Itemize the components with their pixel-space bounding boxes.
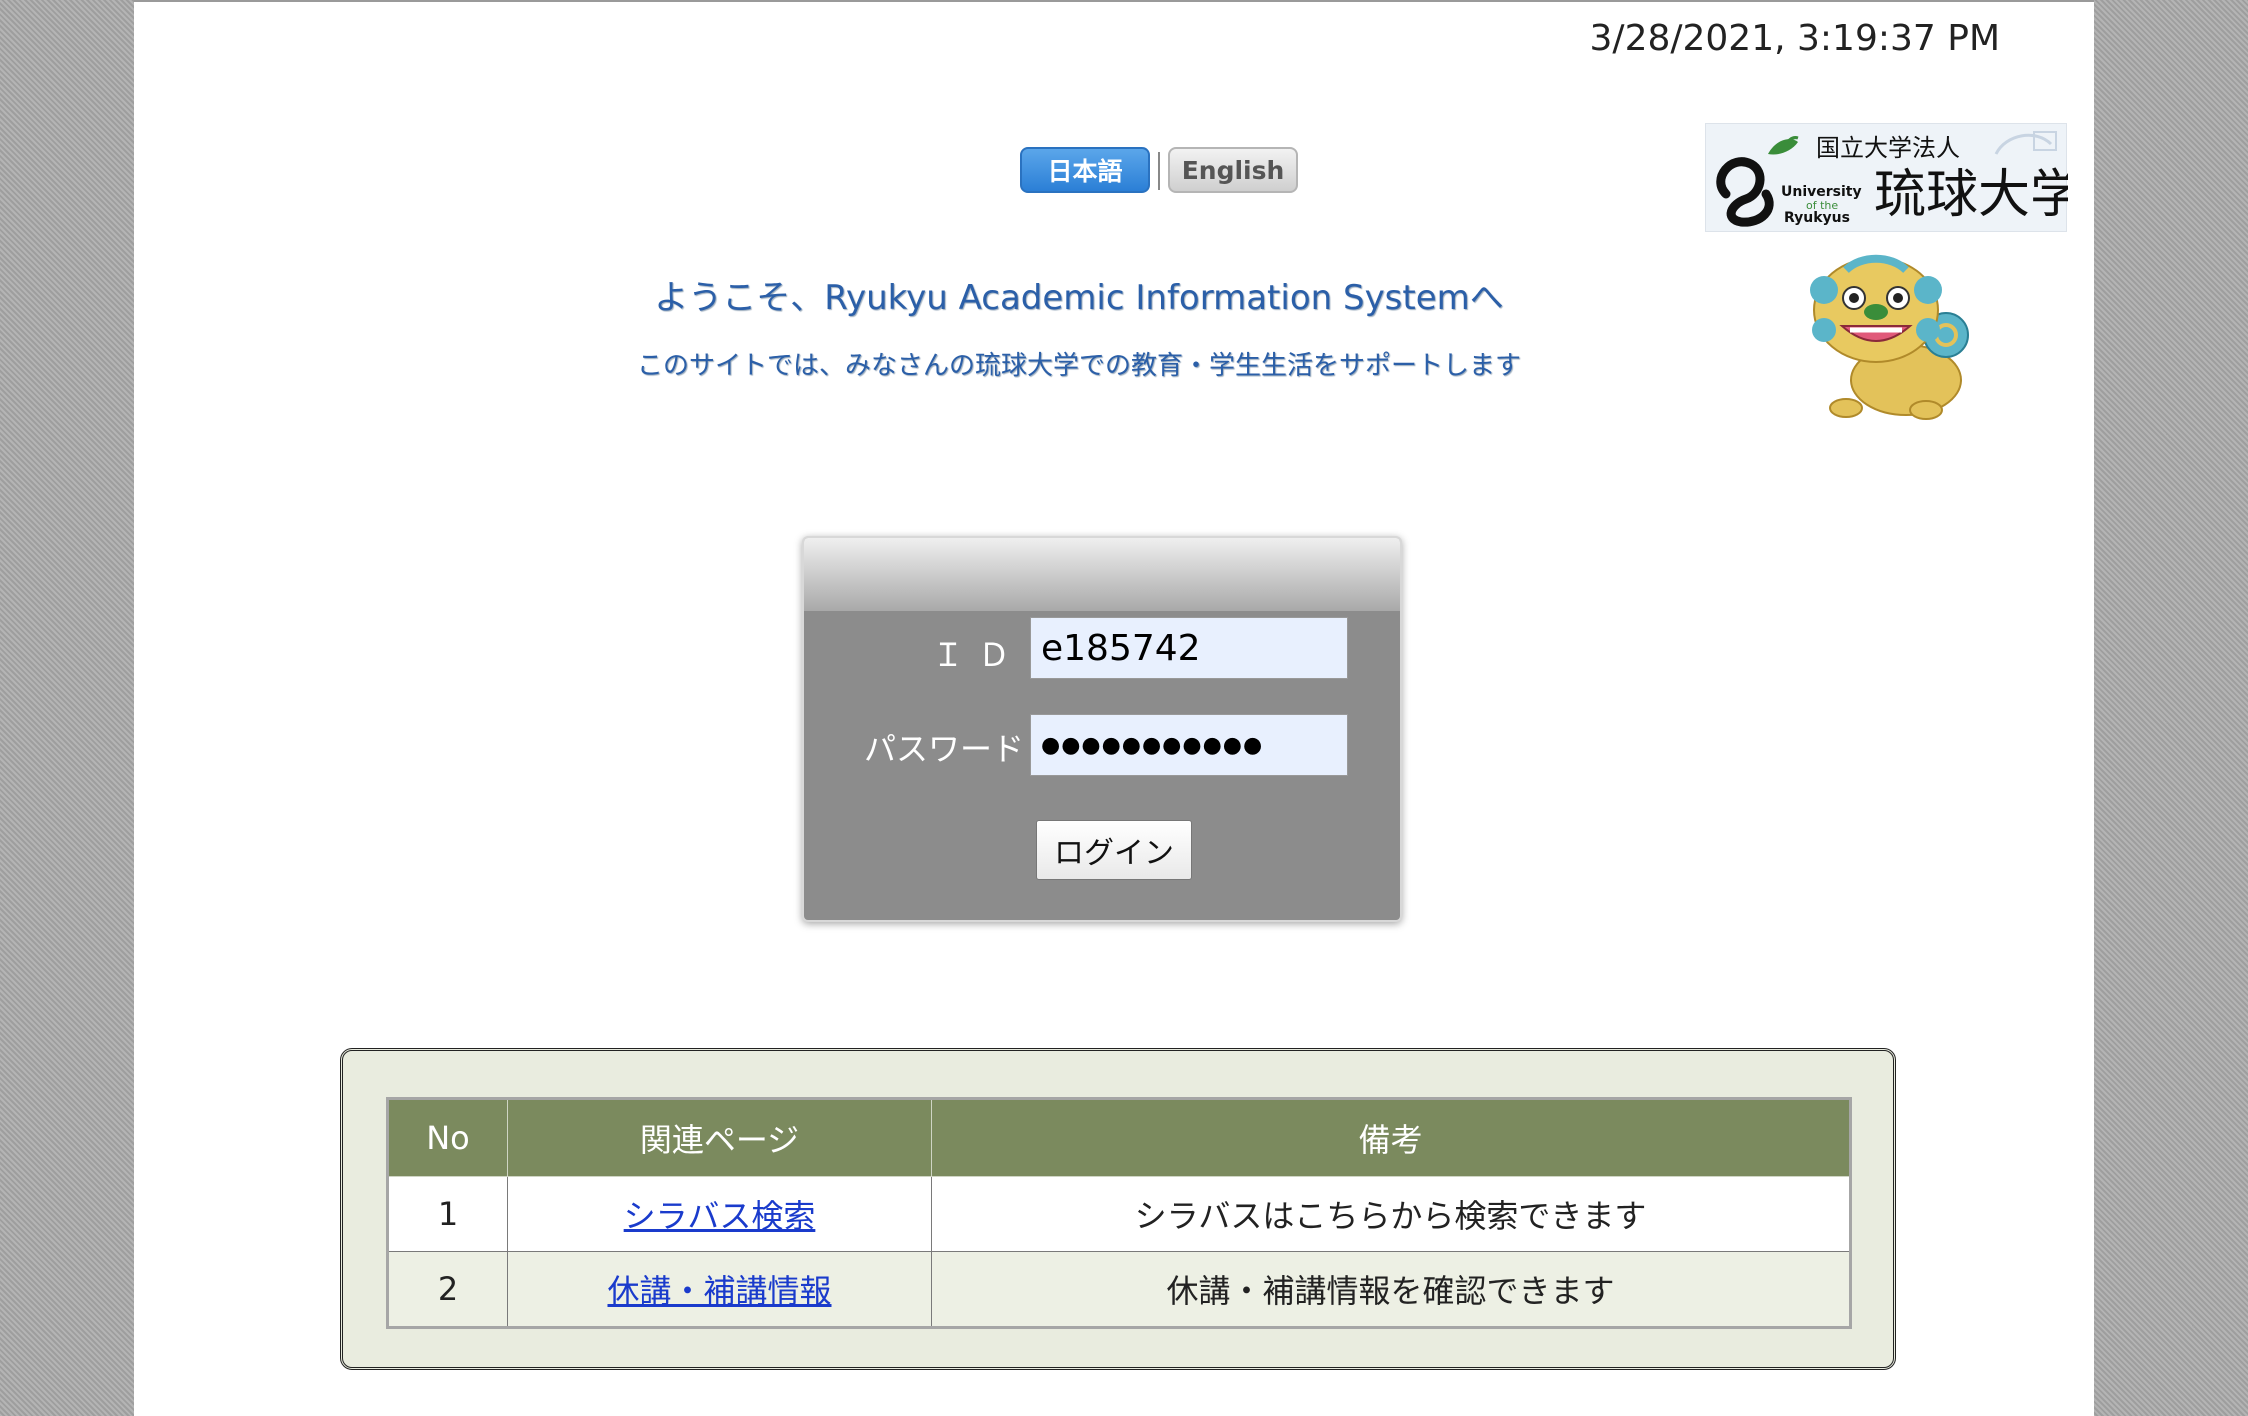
login-form-header: [804, 538, 1400, 611]
login-button[interactable]: ログイン: [1036, 820, 1192, 880]
welcome-subtitle: このサイトでは、みなさんの琉球大学での教育・学生生活をサポートします: [636, 351, 1521, 381]
logo-corp-text: 国立大学法人: [1816, 134, 1960, 162]
welcome-heading: ようこそ、Ryukyu Academic Information Systemへ: [654, 278, 1504, 318]
header-notes: 備考: [931, 1098, 1851, 1177]
university-logo: University of the Ryukyus 国立大学法人 琉球大学: [1705, 123, 2082, 232]
table-header-row: No 関連ページ 備考: [387, 1098, 1851, 1177]
logo-emblem-icon: University of the Ryukyus 国立大学法人 琉球大学: [1716, 131, 2082, 227]
login-form: ＩＤ パスワード ログイン: [802, 536, 1402, 922]
password-label: パスワード: [863, 730, 1024, 768]
header-related-page: 関連ページ: [507, 1098, 932, 1177]
row-link-cell: シラバス検索: [507, 1176, 932, 1252]
password-input[interactable]: [1030, 714, 1348, 776]
table-row: 2 休講・補講情報 休講・補講情報を確認できます: [387, 1251, 1851, 1328]
id-label: ＩＤ: [931, 636, 1024, 674]
related-links-table: No 関連ページ 備考 1 シラバス検索 シラバスはこちらから検索できます 2 …: [386, 1097, 1852, 1329]
table-row: 1 シラバス検索 シラバスはこちらから検索できます: [387, 1176, 1851, 1252]
datetime-display: 3/28/2021, 3:19:37 PM: [1589, 18, 2000, 59]
logo-en-1: University: [1781, 184, 1862, 200]
row-number: 2: [387, 1251, 508, 1328]
row-link-cell: 休講・補講情報: [507, 1251, 932, 1328]
english-language-button[interactable]: English: [1168, 147, 1298, 193]
page: 3/28/2021, 3:19:37 PM 日本語 English Univer…: [134, 0, 2094, 1416]
header-no: No: [387, 1098, 508, 1177]
id-input[interactable]: [1030, 617, 1348, 679]
class-cancellation-link[interactable]: 休講・補講情報: [607, 1272, 831, 1310]
row-number: 1: [387, 1176, 508, 1252]
row-note: シラバスはこちらから検索できます: [931, 1176, 1851, 1252]
row-note: 休講・補講情報を確認できます: [931, 1251, 1851, 1328]
language-separator: [1158, 152, 1160, 190]
logo-en-3: Ryukyus: [1784, 210, 1850, 226]
related-links-panel: No 関連ページ 備考 1 シラバス検索 シラバスはこちらから検索できます 2 …: [340, 1048, 1896, 1370]
logo-name-jp: 琉球大学: [1874, 165, 2068, 225]
syllabus-search-link[interactable]: シラバス検索: [624, 1197, 816, 1235]
japanese-language-button[interactable]: 日本語: [1020, 147, 1150, 193]
